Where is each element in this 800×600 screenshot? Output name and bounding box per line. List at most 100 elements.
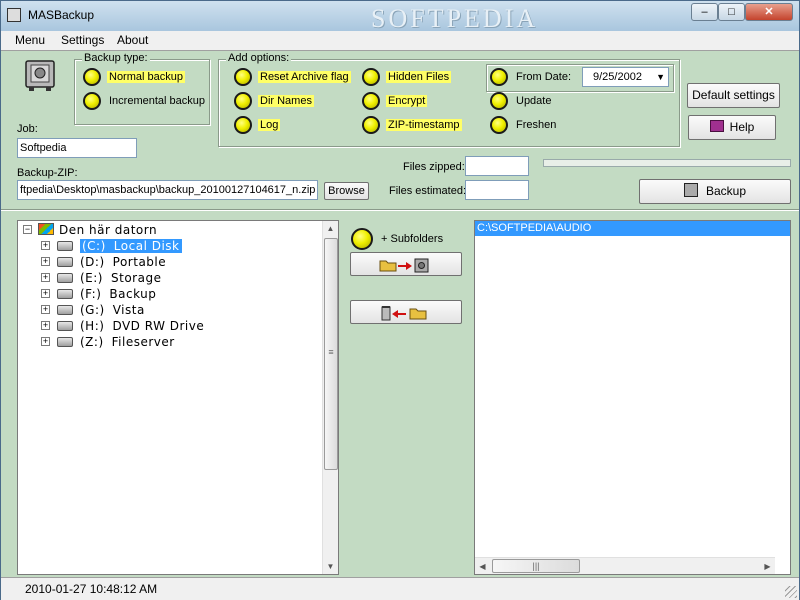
remove-folder-button[interactable] [350, 300, 462, 324]
drive-icon [57, 289, 73, 299]
freshen-led-icon [490, 116, 508, 134]
collapse-icon[interactable]: − [23, 225, 32, 234]
drive-letter: (H:) [80, 319, 105, 333]
list-scroll-thumb[interactable]: ||| [492, 559, 580, 573]
scroll-left-arrow-icon[interactable]: ◀ [475, 559, 490, 574]
maximize-button[interactable]: □ [718, 3, 745, 21]
expand-icon[interactable]: + [41, 321, 50, 330]
freshen-label: Freshen [516, 119, 557, 131]
incremental-backup-label: Incremental backup [109, 95, 205, 107]
drive-letter: (F:) [80, 287, 102, 301]
tree-drive-label: (D:) Portable [80, 255, 166, 269]
tree-drive-item[interactable]: + (F:) Backup [18, 286, 318, 302]
normal-backup-led-icon [83, 68, 101, 86]
resize-grip-icon[interactable] [785, 586, 797, 598]
subfolders-option[interactable]: + Subfolders [351, 228, 451, 250]
tree-drive-label: (Z:) Fileserver [80, 335, 175, 349]
tree-drive-item[interactable]: + (C:) Local Disk [18, 238, 318, 254]
drive-letter: (G:) [80, 303, 105, 317]
scroll-right-arrow-icon[interactable]: ▶ [760, 559, 775, 574]
backup-label: Backup [705, 184, 747, 198]
tree-scroll-thumb[interactable]: ≡ [324, 238, 338, 470]
browse-label: Browse [328, 185, 365, 197]
tree-root-label: Den här datorn [59, 223, 158, 237]
tree-drive-item[interactable]: + (E:) Storage [18, 270, 318, 286]
minimize-button[interactable]: – [691, 3, 718, 21]
close-button[interactable]: ✕ [745, 3, 793, 21]
tree-root[interactable]: − Den här datorn [18, 222, 318, 238]
backup-button[interactable]: Backup [639, 179, 791, 204]
tree-drive-item[interactable]: + (Z:) Fileserver [18, 334, 318, 350]
window-title: MASBackup [28, 8, 95, 22]
reset-archive-label: Reset Archive flag [258, 71, 351, 83]
browse-button[interactable]: Browse [324, 182, 369, 200]
tree-drive-item[interactable]: + (H:) DVD RW Drive [18, 318, 318, 334]
tree-drive-item[interactable]: + (D:) Portable [18, 254, 318, 270]
drive-name: Local Disk [113, 239, 180, 253]
scroll-up-arrow-icon[interactable]: ▲ [323, 221, 338, 236]
expand-icon[interactable]: + [41, 241, 50, 250]
backup-zip-value: ftpedia\Desktop\masbackup\backup_2010012… [20, 184, 316, 196]
from-date-label: From Date: [516, 71, 572, 83]
folder-tree[interactable]: − Den här datorn + (C:) Local Disk + (D:) Por… [17, 220, 339, 575]
menu-item-menu[interactable]: Menu [15, 33, 45, 47]
chevron-down-icon[interactable]: ▼ [656, 68, 665, 86]
drive-name: Storage [111, 271, 162, 285]
backup-zip-input[interactable]: ftpedia\Desktop\masbackup\backup_2010012… [17, 180, 318, 200]
menu-item-settings[interactable]: Settings [61, 33, 104, 47]
tree-drive-label: (H:) DVD RW Drive [80, 319, 204, 333]
separator-line [1, 209, 799, 211]
computer-icon [38, 223, 54, 235]
default-settings-label: Default settings [692, 88, 775, 102]
expand-icon[interactable]: + [41, 289, 50, 298]
reset-archive-led-icon [234, 68, 252, 86]
book-icon [709, 120, 724, 132]
folder-to-safe-icon [379, 258, 429, 273]
selected-folders-list[interactable]: C:\SOFTPEDIA\AUDIO ◀ ||| ▶ [474, 220, 791, 575]
drive-letter: (C:) [82, 239, 106, 253]
backup-zip-label: Backup-ZIP: [17, 167, 78, 179]
tree-drive-label: (E:) Storage [80, 271, 161, 285]
app-window: MASBackup SOFTPEDIA – □ ✕ Menu Settings … [0, 0, 800, 600]
expand-icon[interactable]: + [41, 305, 50, 314]
default-settings-button[interactable]: Default settings [687, 83, 780, 108]
expand-icon[interactable]: + [41, 273, 50, 282]
subfolders-led-icon [351, 228, 373, 250]
update-label: Update [516, 95, 552, 107]
drive-icon [57, 321, 73, 331]
dir-names-label: Dir Names [258, 95, 314, 107]
drive-icon [57, 305, 73, 315]
expand-icon[interactable]: + [41, 337, 50, 346]
log-label: Log [258, 119, 281, 131]
dir-names-led-icon [234, 92, 252, 110]
list-item[interactable]: C:\SOFTPEDIA\AUDIO [475, 221, 790, 236]
subfolders-label: + Subfolders [381, 233, 444, 245]
tree-vertical-scrollbar[interactable]: ▲ ≡ ▼ [322, 221, 338, 574]
normal-backup-label: Normal backup [107, 71, 185, 83]
expand-icon[interactable]: + [41, 257, 50, 266]
tree-drive-item[interactable]: + (G:) Vista [18, 302, 318, 318]
list-horizontal-scrollbar[interactable]: ◀ ||| ▶ [475, 557, 775, 574]
title-bar[interactable]: MASBackup SOFTPEDIA – □ ✕ [1, 1, 799, 33]
help-label: Help [729, 120, 755, 134]
menu-item-about[interactable]: About [117, 33, 148, 47]
hidden-files-led-icon [362, 68, 380, 86]
scroll-down-arrow-icon[interactable]: ▼ [323, 559, 338, 574]
encrypt-led-icon [362, 92, 380, 110]
add-folder-button[interactable] [350, 252, 462, 276]
update-led-icon [490, 92, 508, 110]
from-date-picker[interactable]: 9/25/2002 ▼ [582, 67, 669, 87]
safe-small-icon [683, 183, 698, 197]
files-zipped-field [465, 156, 529, 176]
menu-bar: Menu Settings About [1, 31, 799, 51]
safe-icon [25, 60, 55, 91]
from-date-option[interactable]: From Date: [490, 68, 580, 90]
files-zipped-label: Files zipped: [403, 161, 465, 173]
from-date-led-icon [490, 68, 508, 86]
log-led-icon [234, 116, 252, 134]
tree-drive-label: (C:) Local Disk [80, 239, 182, 253]
drive-icon [57, 257, 73, 267]
drive-letter: (D:) [80, 255, 105, 269]
help-button[interactable]: Help [688, 115, 776, 140]
job-input[interactable]: Softpedia [17, 138, 137, 158]
